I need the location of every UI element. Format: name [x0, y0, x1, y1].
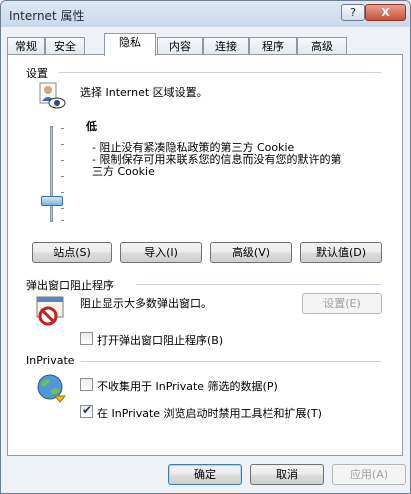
- advanced-button[interactable]: 高级(V): [210, 242, 292, 263]
- slider-tick: [61, 176, 64, 177]
- privacy-level-label: 低: [86, 120, 97, 133]
- ok-button[interactable]: 确定: [168, 464, 242, 485]
- zone-text: 选择 Internet 区域设置。: [80, 86, 208, 99]
- settings-section-title: 设置: [26, 67, 48, 80]
- popup-settings-button[interactable]: 设置(E): [302, 293, 382, 314]
- privacy-desc-line-3: 三方 Cookie: [92, 165, 155, 178]
- divider: [136, 284, 381, 285]
- default-button[interactable]: 默认值(D): [300, 242, 382, 263]
- inprivate-icon: [35, 372, 67, 404]
- tab-security[interactable]: 安全: [45, 37, 85, 55]
- help-button[interactable]: ?: [341, 4, 365, 21]
- slider-track: [50, 126, 53, 222]
- slider-tick: [61, 220, 64, 221]
- title-bar: Internet 属性 ? X: [1, 1, 410, 27]
- privacy-level-slider[interactable]: [31, 120, 71, 230]
- popup-blocker-checkbox-label: 打开弹出窗口阻止程序(B): [97, 334, 224, 347]
- inprivate-filter-label: 不收集用于 InPrivate 筛选的数据(P): [97, 380, 278, 393]
- inprivate-section-title: InPrivate: [26, 354, 75, 367]
- popup-blocker-checkbox[interactable]: [80, 332, 93, 345]
- slider-tick: [61, 128, 64, 129]
- tab-programs[interactable]: 程序: [249, 37, 297, 55]
- inprivate-toolbar-label: 在 InPrivate 浏览启动时禁用工具栏和扩展(T): [97, 407, 322, 420]
- cancel-button[interactable]: 取消: [250, 464, 324, 485]
- internet-properties-dialog: Internet 属性 ? X 常规 安全 隐私 内容 连接 程序 高级 设置 …: [0, 0, 411, 494]
- apply-button[interactable]: 应用(A): [332, 464, 406, 485]
- sites-button[interactable]: 站点(S): [32, 242, 112, 263]
- slider-tick: [61, 160, 64, 161]
- import-button[interactable]: 导入(I): [120, 242, 202, 263]
- tab-advanced[interactable]: 高级: [297, 37, 347, 55]
- popup-section-title: 弹出窗口阻止程序: [26, 279, 114, 292]
- inprivate-filter-checkbox[interactable]: [80, 378, 93, 391]
- inprivate-toolbar-checkbox[interactable]: ✔: [80, 403, 93, 418]
- tab-privacy[interactable]: 隐私: [104, 33, 156, 56]
- tab-connections[interactable]: 连接: [203, 37, 249, 55]
- tab-content[interactable]: 内容: [157, 37, 203, 55]
- privacy-person-icon: [37, 81, 67, 111]
- divider: [59, 72, 381, 73]
- tab-general[interactable]: 常规: [7, 37, 45, 55]
- slider-tick: [61, 208, 64, 209]
- divider: [81, 361, 381, 362]
- checkmark-icon: ✔: [82, 403, 93, 417]
- popup-desc: 阻止显示大多数弹出窗口。: [80, 297, 212, 310]
- slider-tick: [61, 192, 64, 193]
- slider-thumb[interactable]: [41, 196, 63, 206]
- window-title: Internet 属性: [9, 9, 85, 23]
- slider-tick: [61, 144, 64, 145]
- popup-blocker-icon: [35, 295, 67, 327]
- close-button[interactable]: X: [365, 4, 406, 21]
